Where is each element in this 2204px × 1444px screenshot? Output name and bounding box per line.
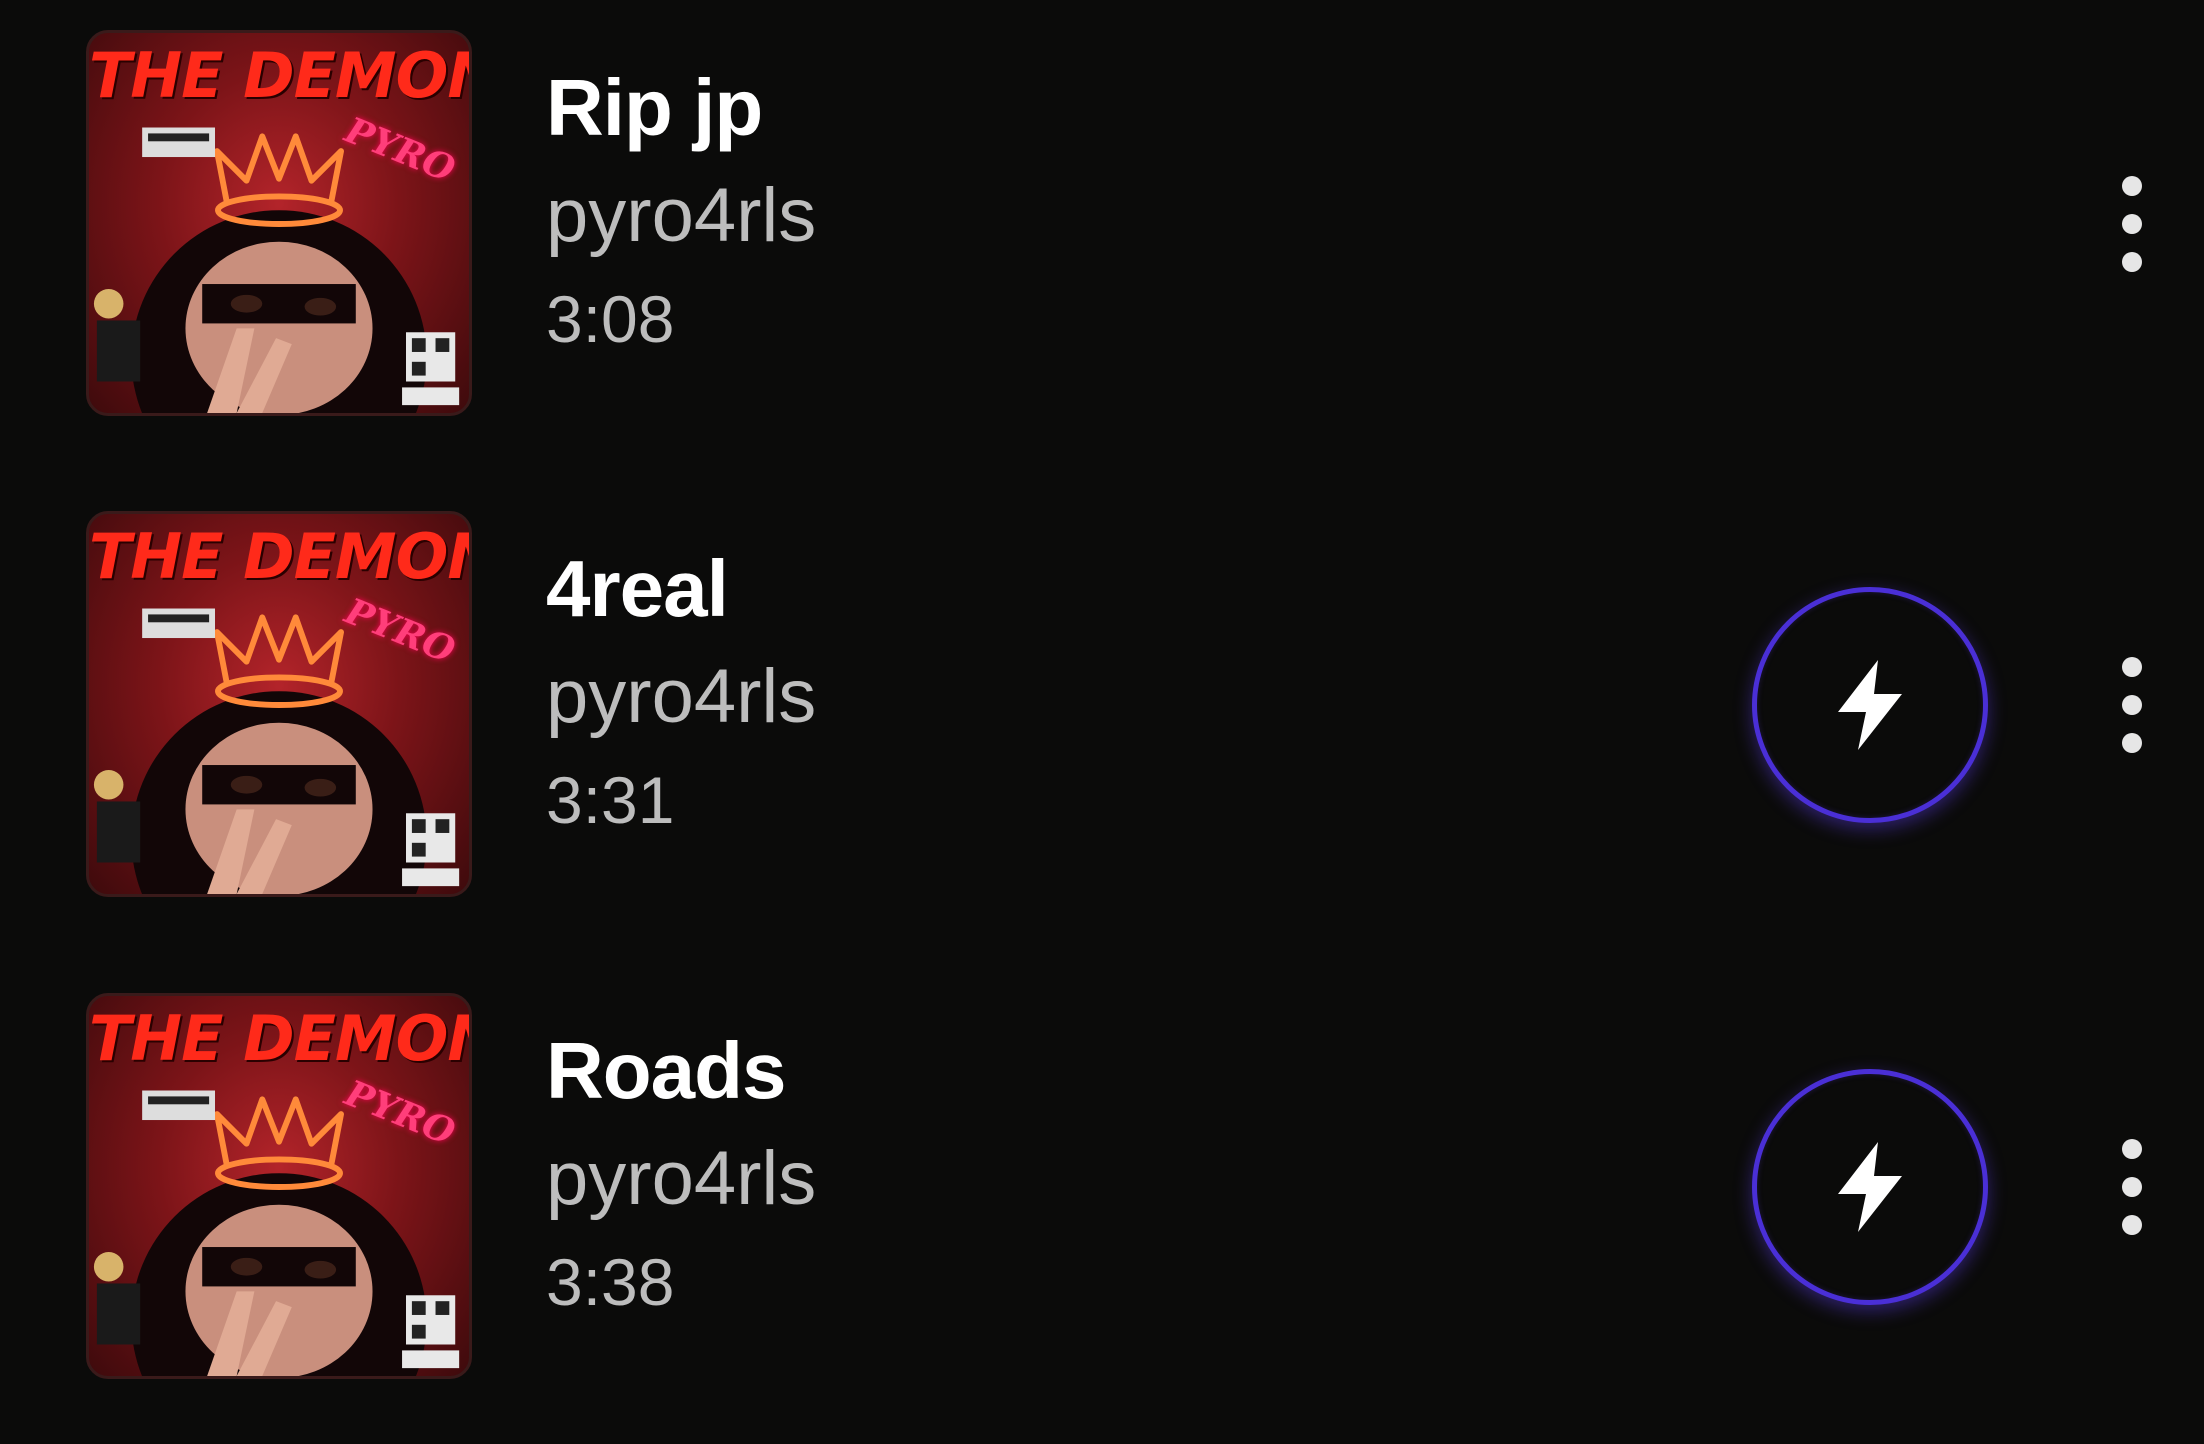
album-title: THE DEMON xyxy=(89,39,472,112)
album-art: THE DEMON PYRO xyxy=(86,993,472,1379)
track-info: Rip jp pyro4rls 3:08 xyxy=(546,63,816,356)
track-duration: 3:08 xyxy=(546,282,675,356)
more-vertical-icon xyxy=(2122,1215,2142,1235)
track-artist[interactable]: pyro4rls xyxy=(546,657,816,737)
boost-button[interactable] xyxy=(1752,1069,1988,1305)
album-art: THE DEMON PYRO xyxy=(86,30,472,416)
album-title: THE DEMON xyxy=(89,520,472,593)
more-options-button[interactable] xyxy=(2104,1129,2160,1245)
more-vertical-icon xyxy=(2122,176,2142,196)
track-info: Roads pyro4rls 3:38 xyxy=(546,1026,816,1319)
more-vertical-icon xyxy=(2122,657,2142,677)
track-info: 4real pyro4rls 3:31 xyxy=(546,544,816,837)
track-title: Roads xyxy=(546,1026,787,1115)
track-duration: 3:31 xyxy=(546,763,675,837)
more-options-button[interactable] xyxy=(2104,647,2160,763)
boost-button[interactable] xyxy=(1752,587,1988,823)
lightning-bolt-icon xyxy=(1838,660,1902,750)
track-row[interactable]: THE DEMON PYRO Roads pyro4rls 3:38 xyxy=(0,993,2204,1383)
album-title: THE DEMON xyxy=(89,1002,472,1075)
more-vertical-icon xyxy=(2122,214,2142,234)
lightning-bolt-icon xyxy=(1838,1142,1902,1232)
track-artist[interactable]: pyro4rls xyxy=(546,1139,816,1219)
track-list: THE DEMON PYRO Rip jp pyro4rls 3:08 THE … xyxy=(0,0,2204,1444)
more-vertical-icon xyxy=(2122,1139,2142,1159)
track-title: Rip jp xyxy=(546,63,763,152)
track-row[interactable]: THE DEMON PYRO Rip jp pyro4rls 3:08 xyxy=(0,30,2204,420)
album-art: THE DEMON PYRO xyxy=(86,511,472,897)
track-duration: 3:38 xyxy=(546,1245,675,1319)
more-vertical-icon xyxy=(2122,733,2142,753)
more-vertical-icon xyxy=(2122,252,2142,272)
more-options-button[interactable] xyxy=(2104,166,2160,282)
more-vertical-icon xyxy=(2122,695,2142,715)
track-title: 4real xyxy=(546,544,729,633)
track-row[interactable]: THE DEMON PYRO 4real pyro4rls 3:31 xyxy=(0,511,2204,901)
track-artist[interactable]: pyro4rls xyxy=(546,176,816,256)
more-vertical-icon xyxy=(2122,1177,2142,1197)
